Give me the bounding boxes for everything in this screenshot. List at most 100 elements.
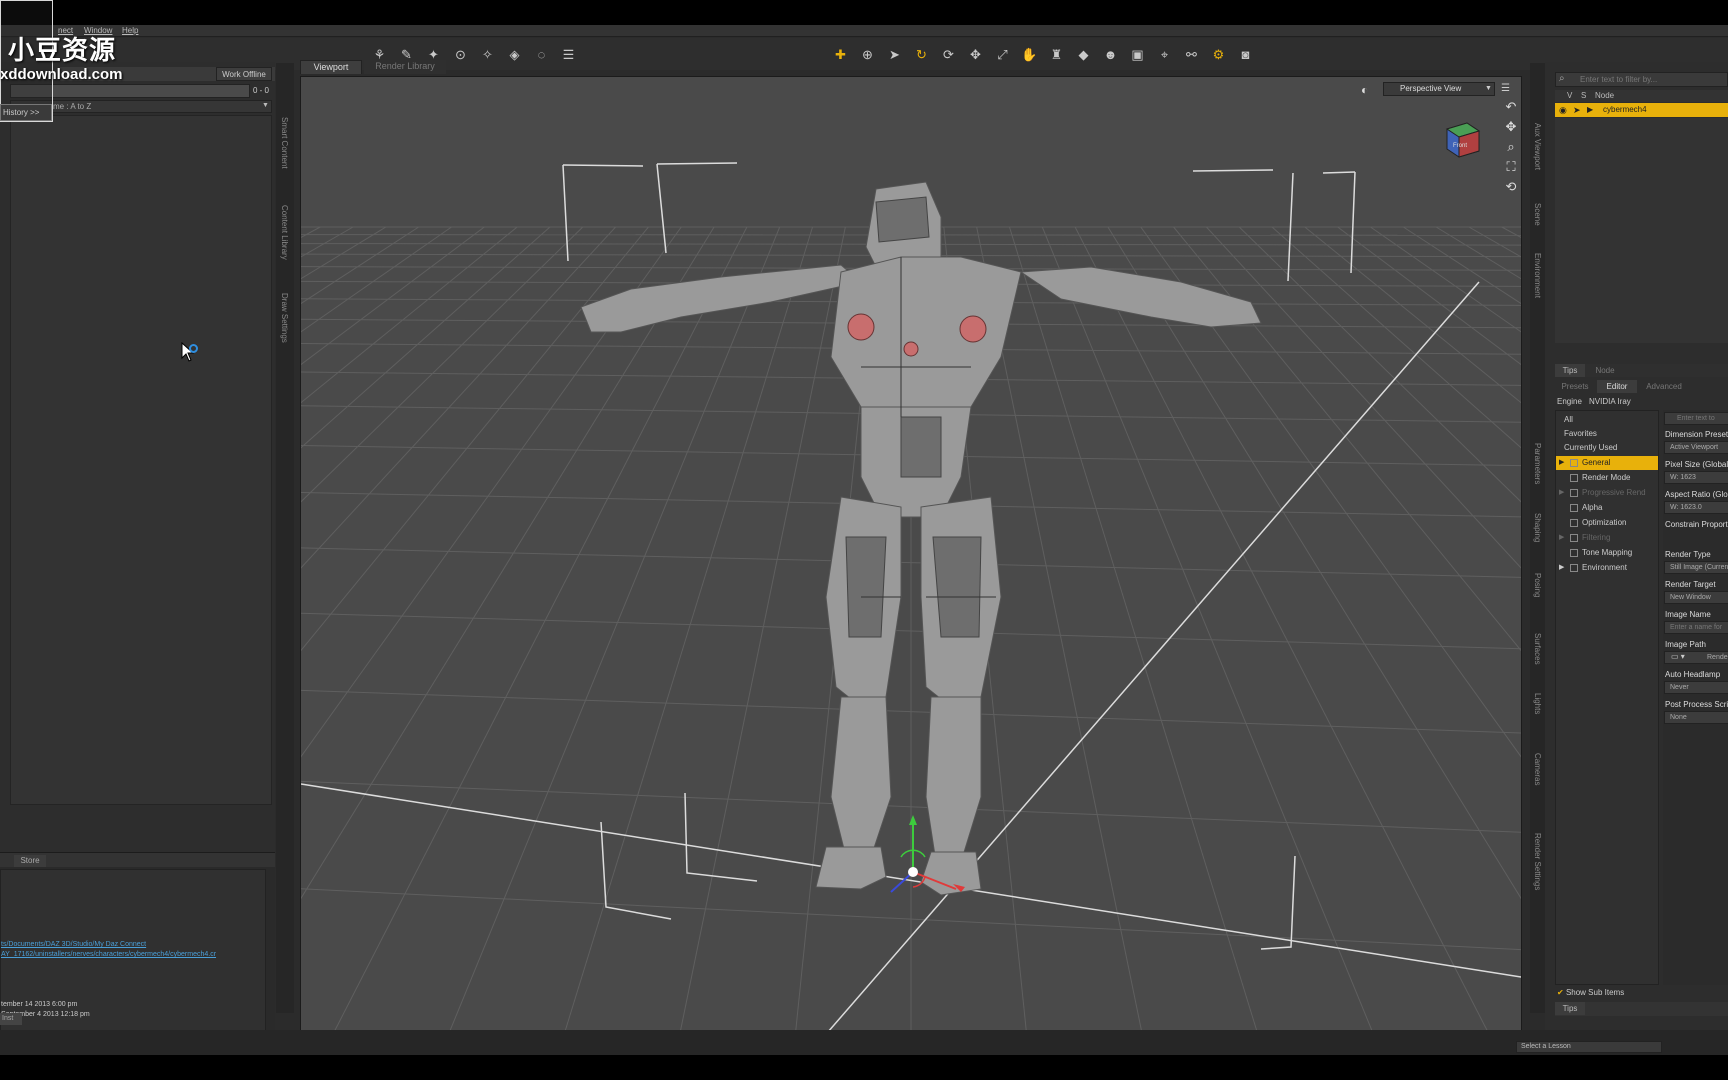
select-icon[interactable]: ➤ [1573,103,1581,117]
prop-label: Pixel Size (Global) [1665,460,1728,469]
tab-editor[interactable]: Editor [1597,380,1637,393]
expand-arrow-icon[interactable]: ▶ [1559,486,1564,500]
lesson-dropdown[interactable]: Select a Lesson [1516,1041,1662,1053]
viewport-menu-icon[interactable]: ☰ [1501,83,1510,94]
tab-draw-settings[interactable]: Draw Settings [280,293,289,343]
folder-icon[interactable]: ▭ ▾ [1671,652,1685,661]
tab-shaping[interactable]: Shaping [1533,513,1542,542]
eye-icon[interactable]: ◉ [1559,103,1567,117]
tab-smart-content[interactable]: Smart Content [280,117,289,169]
prop-value[interactable]: W: 1623.0 [1664,501,1728,514]
viewport-tabs: Viewport Render Library [300,60,1520,74]
app-window: nect Window Help ⚘ ✎ ✦ ⊙ ✧ ◈ ◌ ☰ ✚ ⊕ ➤ ↻… [0,25,1728,1055]
prop-value[interactable]: Still Image (Curren [1664,561,1728,574]
category-tone-mapping[interactable]: Tone Mapping [1556,546,1658,560]
category-label: Tone Mapping [1582,548,1633,557]
engine-value[interactable]: NVIDIA Iray [1589,396,1631,408]
viewport-camera-icon[interactable]: ◐ [1361,83,1377,97]
prop-value[interactable]: Active Viewport [1664,441,1728,454]
col-node[interactable]: Node [1595,90,1614,102]
tab-posing[interactable]: Posing [1533,573,1542,597]
tab-environment[interactable]: Environment [1533,253,1542,298]
tab-content-library[interactable]: Content Library [280,205,289,260]
props-search-input[interactable]: Enter text to [1664,412,1728,425]
zoom-icon[interactable]: ⌕ [1503,139,1519,155]
pan-icon[interactable]: ✥ [1503,119,1519,135]
orbit-icon[interactable]: ↶ [1503,99,1519,115]
content-library-panel: Work Offline 0 - 0 me : A to Z ▼ Store t… [0,62,275,1042]
tab-presets[interactable]: Presets [1555,380,1595,393]
scene-filter-input[interactable]: Enter text to filter by... [1555,72,1728,87]
tab-surfaces[interactable]: Surfaces [1533,633,1542,665]
result-count: 0 - 0 [253,86,270,95]
viewport-canvas [301,162,1521,1038]
perspective-view-dropdown[interactable]: Perspective View [1383,82,1495,96]
robot-figure[interactable] [580,181,1262,896]
expand-arrow-icon[interactable]: ▶ [1559,561,1564,575]
tab-node[interactable]: Node [1587,364,1623,377]
tab-viewport[interactable]: Viewport [300,60,362,74]
tab-lights[interactable]: Lights [1533,693,1542,714]
scene-header: V S Node [1555,90,1728,102]
chevron-down-icon[interactable]: ▼ [1485,85,1492,92]
tab-scene[interactable]: Scene [1533,203,1542,226]
group-icon [1570,534,1578,542]
reset-view-icon[interactable]: ⟲ [1503,179,1519,195]
category-label: Environment [1582,563,1627,572]
category-filtering[interactable]: ▶ Filtering [1556,531,1658,545]
tab-render-library[interactable]: Render Library [364,60,446,74]
category-all[interactable]: All [1556,413,1658,427]
expand-arrow-icon[interactable]: ▶ [1587,103,1593,117]
install-tab[interactable]: Inst [0,1013,22,1025]
prop-value[interactable]: Never [1664,681,1728,694]
category-environment[interactable]: ▶ Environment [1556,561,1658,575]
category-alpha[interactable]: Alpha [1556,501,1658,515]
prop-value[interactable]: New Window [1664,591,1728,604]
tab-advanced[interactable]: Advanced [1639,380,1689,393]
scene-list[interactable] [1555,118,1728,343]
info-tabs: Store [0,853,275,867]
menu-help[interactable]: Help [122,25,138,37]
category-progressive-rendering[interactable]: ▶ Progressive Rend [1556,486,1658,500]
prop-label: Post Process Scrip [1665,700,1728,709]
render-properties: Enter text to Dimension Preset ( Active … [1663,410,1728,985]
col-selectable[interactable]: S [1581,90,1586,102]
col-visible[interactable]: V [1567,90,1572,102]
category-optimization[interactable]: Optimization [1556,516,1658,530]
work-offline-button[interactable]: Work Offline [216,67,272,81]
info-panel: Store ts/Documents/DAZ 3D/Studio/My Daz … [0,852,275,1037]
tab-cameras[interactable]: Cameras [1533,753,1542,785]
category-general[interactable]: ▶ General [1556,456,1658,470]
tab-tips[interactable]: Tips [1555,364,1585,377]
info-file-link[interactable]: AY_17162/uninstallers/nerves/characters/… [1,951,216,958]
tab-aux-viewport[interactable]: Aux Viewport [1533,123,1542,170]
category-favorites[interactable]: Favorites [1556,427,1658,441]
tab-tips-bottom[interactable]: Tips [1555,1002,1585,1015]
tab-parameters[interactable]: Parameters [1533,443,1542,484]
content-list[interactable] [10,115,272,805]
category-currently-used[interactable]: Currently Used [1556,441,1658,455]
prop-value[interactable]: None [1664,711,1728,724]
group-icon [1570,519,1578,527]
view-cube[interactable]: Front [1441,119,1483,161]
expand-arrow-icon[interactable]: ▶ [1559,456,1564,470]
group-icon [1570,459,1578,467]
category-render-mode[interactable]: Render Mode [1556,471,1658,485]
prop-label: Render Target [1665,580,1716,589]
tab-store[interactable]: Store [14,855,46,867]
show-sub-items-checkbox[interactable]: ✔ Show Sub Items [1557,988,1624,997]
chevron-down-icon[interactable]: ▼ [262,102,269,109]
info-path-link[interactable]: ts/Documents/DAZ 3D/Studio/My Daz Connec… [1,941,146,948]
frame-icon[interactable]: ⛶ [1503,159,1519,175]
prop-value[interactable]: Enter a name for [1664,621,1728,634]
prop-label: Aspect Ratio (Glob [1665,490,1728,499]
history-button[interactable]: History >> [0,104,52,121]
expand-arrow-icon[interactable]: ▶ [1559,531,1564,545]
render-category-list: All Favorites Currently Used ▶ General Re… [1555,410,1659,985]
3d-viewport[interactable]: ◐ Perspective View ▼ ☰ Front ↶ ✥ ⌕ ⛶ ⟲ [300,76,1522,1039]
scene-node-row[interactable]: ◉ ➤ ▶ cybermech4 [1555,103,1728,117]
status-bar [0,1030,1728,1055]
group-icon [1570,549,1578,557]
tab-render-settings[interactable]: Render Settings [1533,833,1542,890]
prop-value[interactable]: W: 1623 [1664,471,1728,484]
